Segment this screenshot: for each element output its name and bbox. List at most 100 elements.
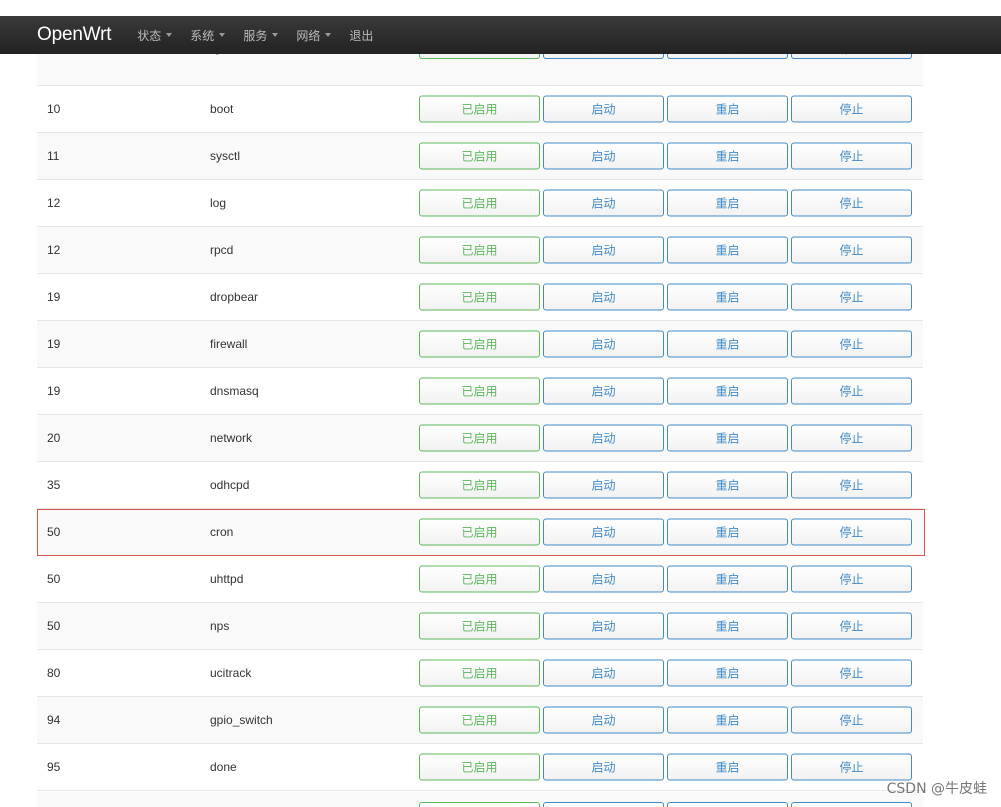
service-name-cell: gpio_switch (210, 713, 273, 727)
stop-button[interactable]: 停止 (791, 706, 912, 734)
stop-button[interactable]: 停止 (791, 189, 912, 217)
enabled-button[interactable]: 已启用 (419, 659, 540, 687)
restart-button[interactable]: 重启 (667, 518, 788, 546)
stop-button[interactable]: 停止 (791, 518, 912, 546)
stop-button[interactable]: 停止 (791, 659, 912, 687)
enabled-button[interactable]: 已启用 (419, 283, 540, 311)
table-row: 12 log 已启用 启动 重启 停止 (37, 180, 923, 227)
stop-button[interactable]: 停止 (791, 753, 912, 781)
service-name-cell: dnsmasq (210, 384, 259, 398)
restart-button[interactable]: 重启 (667, 236, 788, 264)
service-name-cell: rpcd (210, 243, 234, 257)
enabled-button[interactable]: 已启用 (419, 424, 540, 452)
start-button[interactable]: 启动 (543, 330, 664, 358)
start-button[interactable]: 启动 (543, 612, 664, 640)
enabled-button[interactable]: 已启用 (419, 518, 540, 546)
enabled-button[interactable]: 已启用 (419, 142, 540, 170)
enabled-button[interactable] (419, 802, 540, 807)
priority-cell: 50 (47, 572, 61, 586)
table-row-partial (37, 792, 923, 807)
stop-button[interactable]: 停止 (791, 377, 912, 405)
table-row: 94 gpio_switch 已启用 启动 重启 停止 (37, 697, 923, 744)
stop-button[interactable]: 停止 (791, 142, 912, 170)
stop-button[interactable]: 停止 (791, 95, 912, 123)
start-button[interactable]: 启动 (543, 236, 664, 264)
enabled-button[interactable]: 已启用 (419, 753, 540, 781)
start-button[interactable]: 启动 (543, 424, 664, 452)
service-name-cell: network (210, 431, 253, 445)
enabled-button[interactable]: 已启用 (419, 471, 540, 499)
table-row: 20 network 已启用 启动 重启 停止 (37, 415, 923, 462)
table-row: 12 rpcd 已启用 启动 重启 停止 (37, 227, 923, 274)
start-button[interactable]: 启动 (543, 189, 664, 217)
service-name-cell: firewall (210, 337, 248, 351)
service-name-cell: dropbear (210, 290, 259, 304)
start-button[interactable]: 启动 (543, 377, 664, 405)
start-button[interactable]: 启动 (543, 95, 664, 123)
enabled-button[interactable]: 已启用 (419, 236, 540, 264)
enabled-button[interactable]: 已启用 (419, 377, 540, 405)
enabled-button[interactable]: 已启用 (419, 612, 540, 640)
start-button[interactable]: 启动 (543, 471, 664, 499)
top-navbar: OpenWrt 状态 系统 服务 网络 退出 (0, 16, 1001, 54)
restart-button[interactable]: 重启 (667, 471, 788, 499)
menu-services[interactable]: 服务 (243, 27, 279, 44)
stop-button[interactable]: 停止 (791, 330, 912, 358)
table-row: 50 uhttpd 已启用 启动 重启 停止 (37, 556, 923, 603)
brand-logo[interactable]: OpenWrt (37, 24, 111, 46)
restart-button[interactable]: 重启 (667, 189, 788, 217)
priority-cell: 50 (47, 525, 61, 539)
startup-services-table: 10system已启用启动重启停止10boot已启用启动重启停止11sysctl… (37, 39, 925, 791)
restart-button[interactable]: 重启 (667, 283, 788, 311)
restart-button[interactable]: 重启 (667, 377, 788, 405)
stop-button[interactable]: 停止 (791, 424, 912, 452)
table-row: 19 dropbear 已启用 启动 重启 停止 (37, 274, 923, 321)
menu-status[interactable]: 状态 (137, 27, 173, 44)
priority-cell: 94 (47, 713, 61, 727)
start-button[interactable]: 启动 (543, 283, 664, 311)
enabled-button[interactable]: 已启用 (419, 189, 540, 217)
restart-button[interactable]: 重启 (667, 659, 788, 687)
service-name-cell: boot (210, 102, 234, 116)
menu-logout[interactable]: 退出 (349, 27, 373, 44)
watermark: CSDN @牛皮蛙 (886, 781, 987, 797)
restart-button[interactable]: 重启 (667, 612, 788, 640)
restart-button[interactable]: 重启 (667, 753, 788, 781)
restart-button[interactable]: 重启 (667, 424, 788, 452)
service-name-cell: done (210, 760, 237, 774)
stop-button[interactable]: 停止 (791, 283, 912, 311)
main-menu: 状态 系统 服务 网络 退出 (137, 27, 391, 44)
start-button[interactable] (543, 802, 664, 807)
priority-cell: 35 (47, 478, 61, 492)
menu-network[interactable]: 网络 (296, 27, 332, 44)
restart-button[interactable]: 重启 (667, 142, 788, 170)
stop-button[interactable]: 停止 (791, 471, 912, 499)
stop-button[interactable]: 停止 (791, 565, 912, 593)
enabled-button[interactable]: 已启用 (419, 95, 540, 123)
start-button[interactable]: 启动 (543, 565, 664, 593)
stop-button[interactable]: 停止 (791, 236, 912, 264)
service-name-cell: ucitrack (210, 666, 252, 680)
table-row: 10 boot 已启用 启动 重启 停止 (37, 86, 923, 133)
stop-button[interactable]: 停止 (791, 612, 912, 640)
stop-button[interactable] (791, 802, 912, 807)
caret-down-icon (219, 33, 226, 37)
restart-button[interactable]: 重启 (667, 565, 788, 593)
start-button[interactable]: 启动 (543, 659, 664, 687)
enabled-button[interactable]: 已启用 (419, 330, 540, 358)
start-button[interactable]: 启动 (543, 706, 664, 734)
restart-button[interactable]: 重启 (667, 330, 788, 358)
enabled-button[interactable]: 已启用 (419, 706, 540, 734)
start-button[interactable]: 启动 (543, 142, 664, 170)
caret-down-icon (272, 33, 279, 37)
restart-button[interactable]: 重启 (667, 706, 788, 734)
start-button[interactable]: 启动 (543, 518, 664, 546)
service-name-cell: nps (210, 619, 230, 633)
enabled-button[interactable]: 已启用 (419, 565, 540, 593)
restart-button[interactable] (667, 802, 788, 807)
restart-button[interactable]: 重启 (667, 95, 788, 123)
start-button[interactable]: 启动 (543, 753, 664, 781)
priority-cell: 80 (47, 666, 61, 680)
table-row: 50 nps 已启用 启动 重启 停止 (37, 603, 923, 650)
menu-system[interactable]: 系统 (190, 27, 226, 44)
